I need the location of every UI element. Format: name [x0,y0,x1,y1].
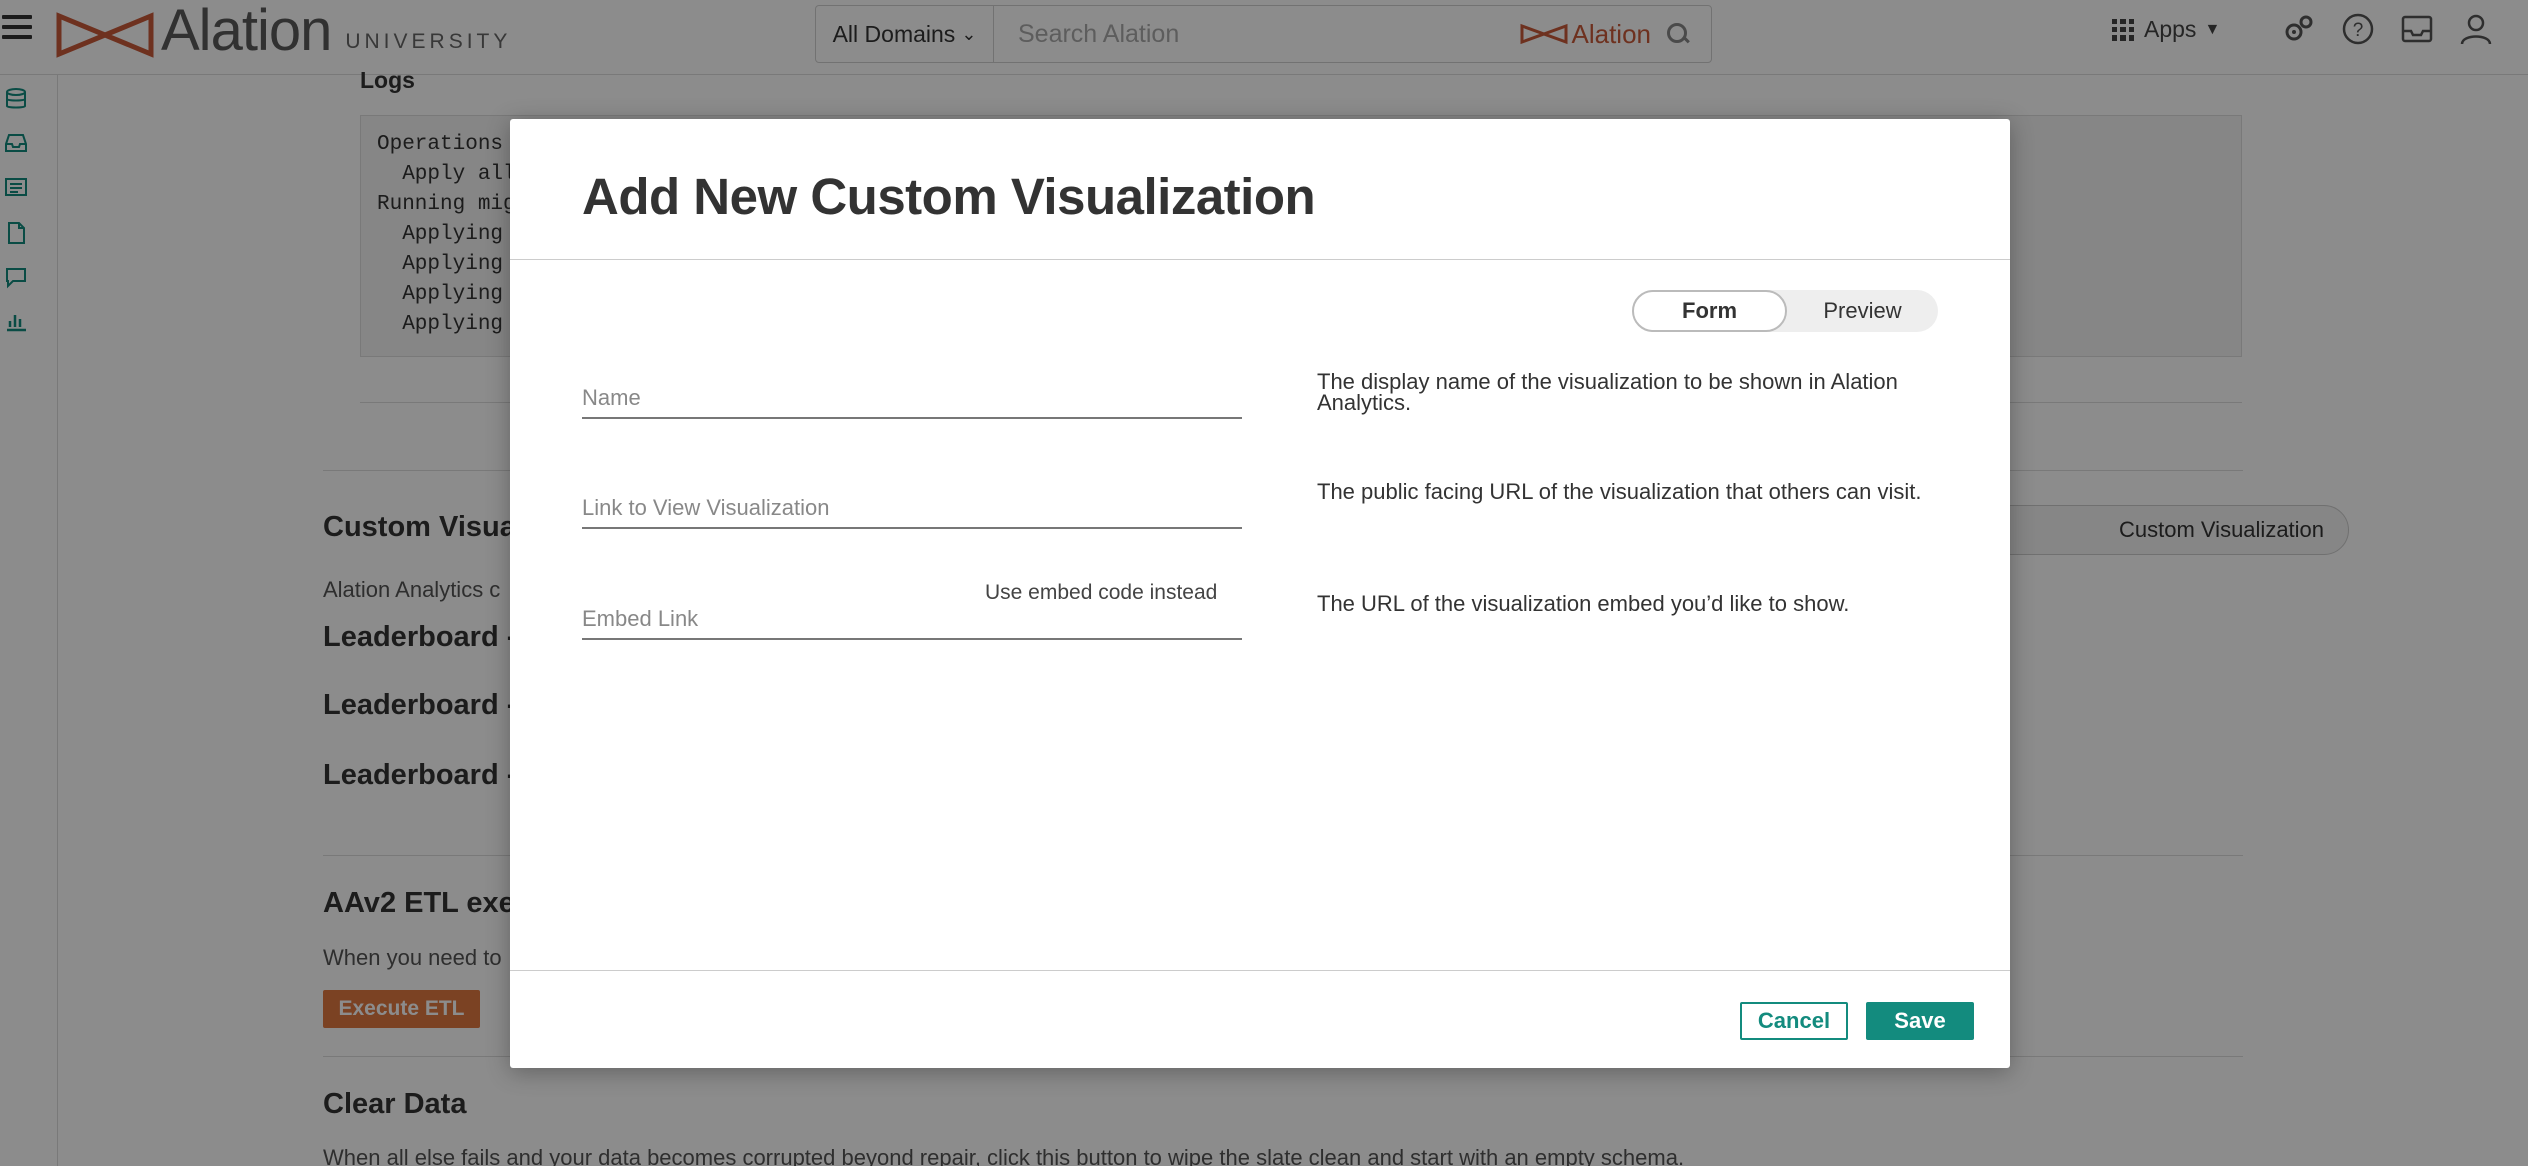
link-input[interactable] [582,489,1242,527]
add-custom-visualization-modal: Add New Custom Visualization Form Previe… [510,119,2010,1068]
link-field [582,489,1242,529]
name-input[interactable] [582,379,1242,417]
save-button[interactable]: Save [1866,1002,1974,1040]
modal-header-divider [510,259,2010,260]
embed-field [582,600,1242,640]
tab-preview[interactable]: Preview [1787,290,1938,332]
embed-input[interactable] [582,600,1242,638]
link-help-text: The public facing URL of the visualizati… [1317,479,1922,504]
cancel-button[interactable]: Cancel [1740,1002,1848,1040]
name-help-text: The display name of the visualization to… [1317,369,1898,415]
form-preview-toggle: Form Preview [1632,290,1938,332]
name-field [582,379,1242,419]
modal-footer-divider [510,970,2010,971]
embed-help-text: The URL of the visualization embed you’d… [1317,591,1850,616]
modal-title: Add New Custom Visualization [582,168,1316,225]
tab-form[interactable]: Form [1632,290,1787,332]
